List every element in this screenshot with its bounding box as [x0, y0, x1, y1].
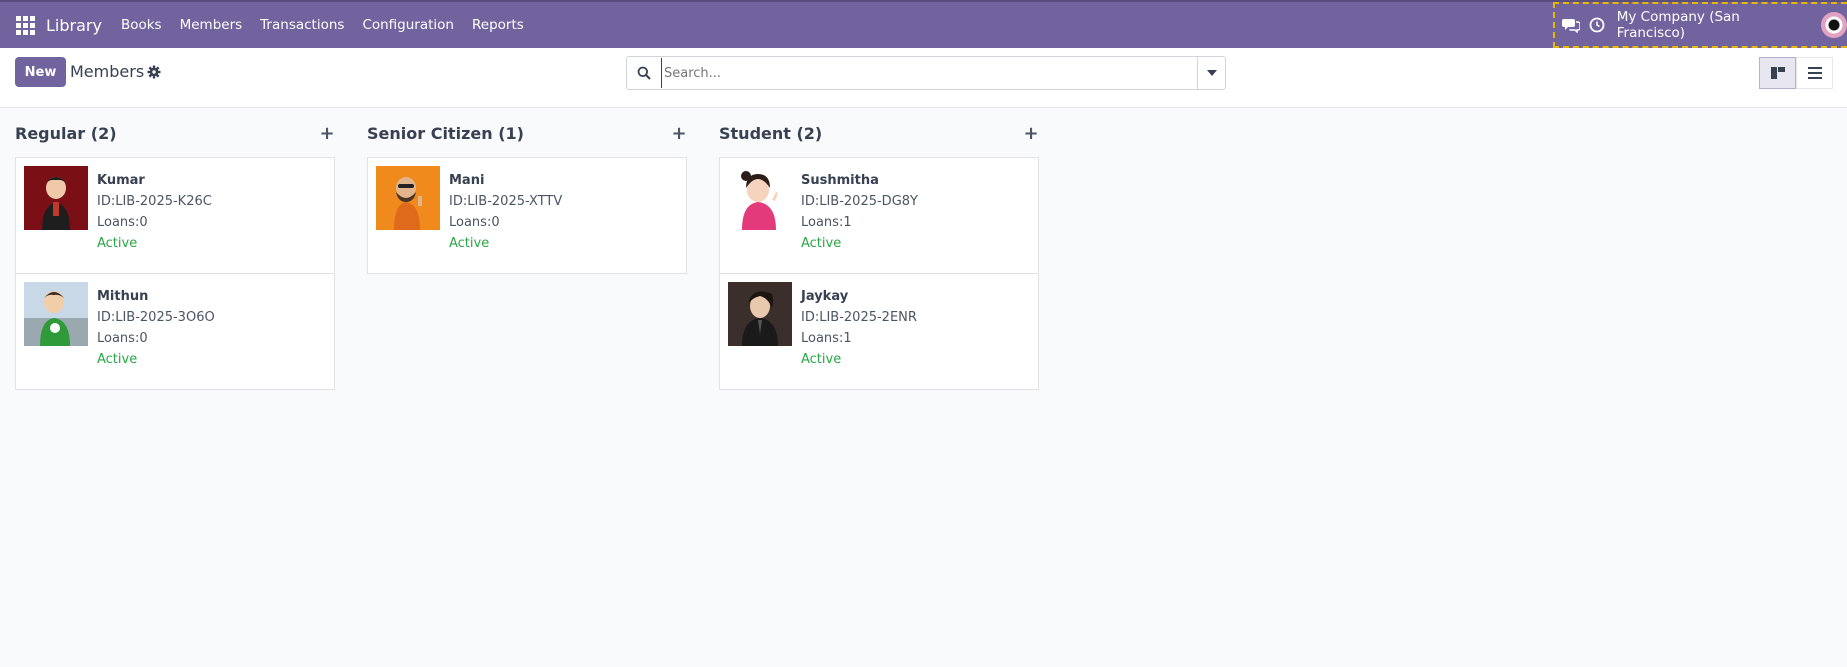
- column-title: Senior Citizen (1): [367, 123, 524, 143]
- column-title: Student (2): [719, 123, 823, 143]
- status-badge: Active: [97, 352, 138, 367]
- member-id: ID:LIB-2025-XTTV: [449, 194, 563, 209]
- member-id: ID:LIB-2025-K26C: [97, 194, 212, 209]
- list-icon: [1807, 67, 1822, 79]
- kanban-card[interactable]: Jaykay ID:LIB-2025-2ENR Loans:1 Active: [719, 273, 1039, 390]
- chat-icon[interactable]: [1561, 15, 1581, 35]
- kanban-card[interactable]: Sushmitha ID:LIB-2025-DG8Y Loans:1 Activ…: [719, 157, 1039, 274]
- gear-icon[interactable]: [147, 64, 161, 79]
- kanban-board: Regular (2) + Kumar ID:LIB-2025-K26C Loa…: [15, 108, 1847, 667]
- member-name: Kumar: [97, 173, 145, 188]
- kanban-column-senior-citizen: Senior Citizen (1) + Mani ID:LIB-2025-XT…: [367, 108, 687, 274]
- clock-icon[interactable]: [1587, 15, 1607, 35]
- systray: My Company (San Francisco): [1553, 2, 1847, 48]
- member-loans: Loans:1: [801, 215, 852, 230]
- member-id: ID:LIB-2025-DG8Y: [801, 194, 918, 209]
- member-photo: [24, 166, 88, 230]
- kanban-column-regular: Regular (2) + Kumar ID:LIB-2025-K26C Loa…: [15, 108, 335, 390]
- page-title: Members: [70, 62, 145, 81]
- search-bar: [626, 56, 1226, 90]
- member-id: ID:LIB-2025-2ENR: [801, 310, 917, 325]
- member-loans: Loans:0: [449, 215, 500, 230]
- member-name: Sushmitha: [801, 173, 879, 188]
- status-badge: Active: [801, 352, 842, 367]
- search-input[interactable]: [661, 58, 1197, 88]
- kanban-card[interactable]: Kumar ID:LIB-2025-K26C Loans:0 Active: [15, 157, 335, 274]
- member-name: Jaykay: [801, 289, 849, 304]
- kanban-view-button[interactable]: [1759, 57, 1796, 89]
- status-badge: Active: [97, 236, 138, 251]
- company-switcher[interactable]: My Company (San Francisco): [1617, 9, 1811, 41]
- menu-members[interactable]: Members: [171, 17, 252, 33]
- kanban-card[interactable]: Mithun ID:LIB-2025-3O6O Loans:0 Active: [15, 273, 335, 390]
- menu-books[interactable]: Books: [112, 17, 171, 33]
- add-record-icon[interactable]: +: [671, 123, 687, 144]
- control-panel: New Members: [0, 48, 1847, 108]
- menu-configuration[interactable]: Configuration: [353, 17, 463, 33]
- member-id: ID:LIB-2025-3O6O: [97, 310, 215, 325]
- menu-reports[interactable]: Reports: [463, 17, 533, 33]
- member-loans: Loans:0: [97, 215, 148, 230]
- member-photo: [376, 166, 440, 230]
- top-navbar: Library Books Members Transactions Confi…: [0, 0, 1847, 48]
- app-brand[interactable]: Library: [46, 16, 102, 35]
- list-view-button[interactable]: [1796, 57, 1833, 89]
- user-avatar[interactable]: [1821, 12, 1847, 38]
- status-badge: Active: [801, 236, 842, 251]
- member-loans: Loans:1: [801, 331, 852, 346]
- member-name: Mithun: [97, 289, 149, 304]
- caret-down-icon: [1206, 70, 1217, 76]
- add-record-icon[interactable]: +: [319, 123, 335, 144]
- kanban-column-student: Student (2) + Sushmitha ID:LIB-2025-DG8Y…: [719, 108, 1039, 390]
- view-switcher: [1759, 57, 1833, 89]
- status-badge: Active: [449, 236, 490, 251]
- kanban-card[interactable]: Mani ID:LIB-2025-XTTV Loans:0 Active: [367, 157, 687, 274]
- kanban-icon: [1770, 67, 1785, 79]
- member-photo: [24, 282, 88, 346]
- member-photo: [728, 282, 792, 346]
- member-loans: Loans:0: [97, 331, 148, 346]
- add-record-icon[interactable]: +: [1023, 123, 1039, 144]
- member-photo: [728, 166, 792, 230]
- menu-transactions[interactable]: Transactions: [251, 17, 353, 33]
- search-options-toggle[interactable]: [1197, 57, 1225, 89]
- column-title: Regular (2): [15, 123, 117, 143]
- apps-menu-icon[interactable]: [14, 14, 36, 36]
- new-button[interactable]: New: [15, 57, 66, 87]
- member-name: Mani: [449, 173, 485, 188]
- search-icon[interactable]: [627, 57, 661, 89]
